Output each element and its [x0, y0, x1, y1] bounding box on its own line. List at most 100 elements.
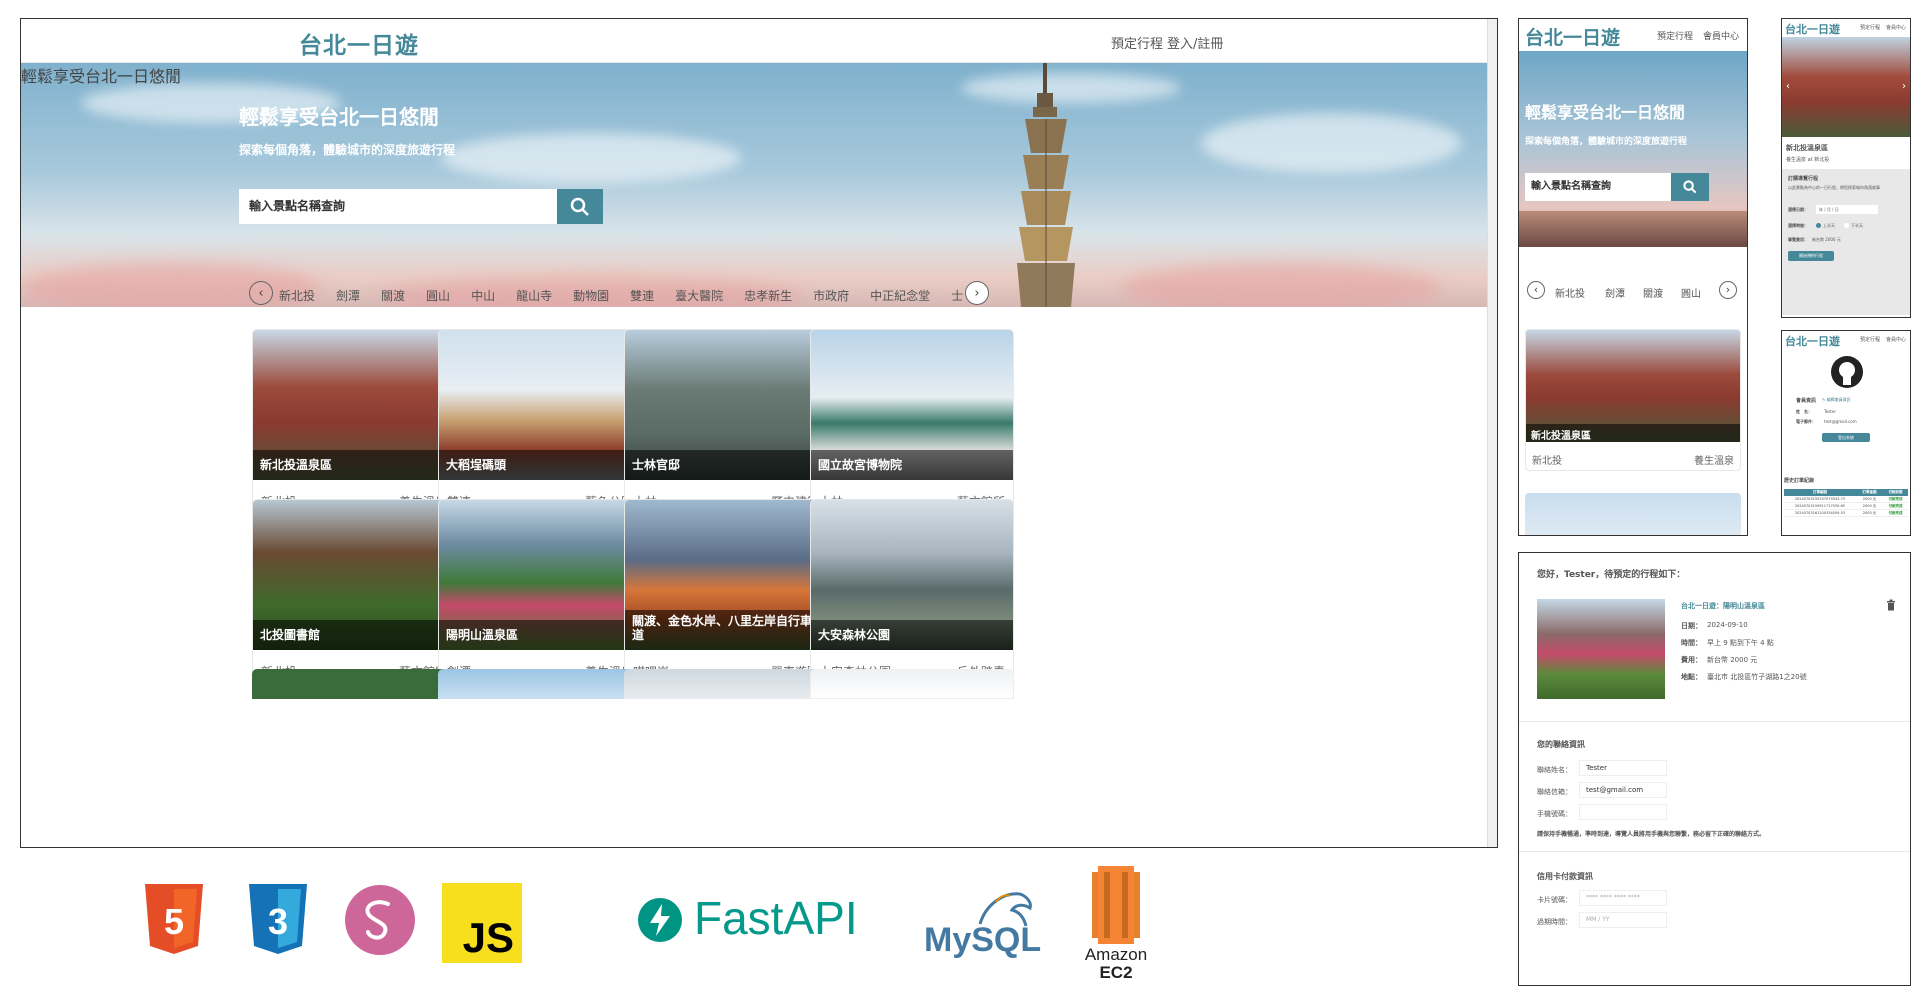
attraction-card-partial[interactable]: [624, 669, 828, 699]
order-table-row[interactable]: 20240703155911717930-65 2000 元 付款完成: [1784, 503, 1908, 510]
attraction-name: 士林官邸: [625, 450, 827, 480]
mrt-station-item[interactable]: 中正紀念堂: [870, 287, 930, 304]
nav-booking-link[interactable]: 預定行程: [1111, 33, 1163, 52]
card-title: 信用卡付款資訊: [1537, 872, 1593, 881]
mobile-home-brand[interactable]: 台北一日遊: [1525, 23, 1620, 50]
contact-email-input[interactable]: test@gmail.com: [1579, 782, 1667, 798]
mobile-card-name: 新北投溫泉區: [1526, 424, 1740, 442]
mobile-mrt-item[interactable]: 新北投: [1555, 285, 1585, 300]
mobile-attr-brand[interactable]: 台北一日遊: [1785, 21, 1840, 37]
mobile-home-nav-booking[interactable]: 預定行程: [1657, 29, 1693, 42]
time-am-label: 上半天: [1823, 223, 1835, 228]
attraction-card-partial[interactable]: [438, 669, 642, 699]
divider: [1519, 721, 1910, 722]
css3-number: 3: [268, 901, 288, 942]
mobile-attr-nav-booking[interactable]: 預定行程: [1860, 24, 1880, 31]
booking-trip-title: 台北一日遊：陽明山溫泉區: [1681, 602, 1765, 610]
mobile-member-brand[interactable]: 台北一日遊: [1785, 333, 1840, 349]
desktop-homepage-screenshot: 台北一日遊 預定行程 登入/註冊 輕鬆享受台北一日悠閒 輕鬆享受台北一日悠閒 探…: [20, 18, 1498, 848]
aws-amazon-label: Amazon: [1084, 945, 1148, 964]
site-logo[interactable]: 台北一日遊: [299, 26, 419, 60]
order-table-cell: 付款完成: [1888, 511, 1903, 515]
page-scrollbar[interactable]: [1487, 19, 1497, 847]
mobile-mrt-item[interactable]: 劍潭: [1605, 285, 1625, 300]
mobile-attr-nav-member[interactable]: 會員中心: [1886, 24, 1906, 31]
search-button[interactable]: [557, 189, 603, 224]
mrt-next-arrow-icon[interactable]: ›: [965, 281, 989, 305]
aws-ec2-icon: [1092, 866, 1140, 944]
order-table-cell: 付款完成: [1888, 497, 1903, 501]
mobile-mrt-prev-arrow-icon[interactable]: ‹: [1527, 281, 1545, 299]
attraction-card[interactable]: 士林官邸士林歷史建築: [624, 329, 828, 515]
contact-name-input[interactable]: Tester: [1579, 760, 1667, 776]
attraction-card[interactable]: 關渡、金色水岸、八里左岸自行車道唭哩岸單車遊蹤: [624, 499, 828, 685]
mrt-station-item[interactable]: 新北投: [279, 287, 315, 304]
divider: [1519, 851, 1910, 852]
date-input[interactable]: 年 / 月 / 日: [1816, 205, 1878, 214]
mrt-station-item[interactable]: 龍山寺: [516, 287, 552, 304]
mrt-station-item[interactable]: 雙連: [630, 287, 654, 304]
js-logo-text: JS: [462, 914, 514, 961]
attraction-card-partial[interactable]: [252, 669, 456, 699]
fee-value: 新台幣 2000 元: [1812, 237, 1841, 242]
mobile-attr-prev-icon[interactable]: ‹: [1786, 81, 1790, 92]
attraction-name: 大稻埕碼頭: [439, 450, 641, 480]
attraction-name: 新北投溫泉區: [253, 450, 455, 480]
nav-login-link[interactable]: 登入/註冊: [1167, 33, 1223, 52]
mobile-home-nav-member[interactable]: 會員中心: [1703, 29, 1739, 42]
contact-notice: 請保持手機暢通，準時到達，導覽人員將用手機與您聯繫，務必留下正確的聯絡方式。: [1537, 831, 1766, 838]
history-title: 歷史訂單紀錄: [1784, 478, 1815, 484]
css3-logo-icon: 3: [249, 884, 307, 954]
mobile-mrt-item[interactable]: 關渡: [1643, 285, 1663, 300]
mobile-card-mrt: 新北投: [1532, 456, 1562, 467]
delete-trash-icon[interactable]: [1886, 599, 1896, 611]
mrt-station-item[interactable]: 關渡: [381, 287, 405, 304]
order-table-row[interactable]: 20240703155747079343-73 2000 元 付款完成: [1784, 496, 1908, 503]
attraction-card-partial[interactable]: [810, 669, 1014, 699]
edit-member-link[interactable]: ✎ 編輯會員資訊: [1822, 397, 1851, 403]
attraction-card[interactable]: 國立故宮博物院士林藝文館所: [810, 329, 1014, 515]
contact-title: 您的聯絡資訊: [1537, 740, 1585, 749]
attraction-card[interactable]: 大稻埕碼頭雙連藍色公路: [438, 329, 642, 515]
mobile-hero: [1519, 51, 1747, 247]
mrt-station-item[interactable]: 忠孝新生: [744, 287, 792, 304]
mrt-station-item[interactable]: 中山: [471, 287, 495, 304]
mobile-member-nav-booking[interactable]: 預定行程: [1860, 336, 1880, 343]
mobile-attraction-card[interactable]: 新北投溫泉區 新北投 養生溫泉: [1525, 329, 1741, 471]
sass-logo-icon: [345, 885, 415, 955]
mrt-prev-arrow-icon[interactable]: ‹: [249, 281, 273, 305]
attraction-card[interactable]: 陽明山溫泉區劍潭養生溫泉: [438, 499, 642, 685]
attraction-card[interactable]: 大安森林公園大安森林公園戶外踏青: [810, 499, 1014, 685]
name-value: Tester: [1824, 409, 1836, 414]
order-table-cell: 20240703155911717930-65: [1794, 504, 1846, 508]
card-number-input[interactable]: **** **** **** ****: [1579, 890, 1667, 906]
expiry-input[interactable]: MM / YY: [1579, 912, 1667, 928]
hero-subtitle: 探索每個角落，體驗城市的深度旅遊行程: [239, 143, 456, 157]
attraction-card[interactable]: 北投圖書館新北投藝文館所: [252, 499, 456, 685]
hero-title: 輕鬆享受台北一日悠閒: [21, 67, 182, 86]
mrt-station-item[interactable]: 市政府: [813, 287, 849, 304]
order-table-row[interactable]: 20240703161100334009-53 2000 元 付款完成: [1784, 510, 1908, 517]
mrt-station-item[interactable]: 劍潭: [336, 287, 360, 304]
start-booking-button[interactable]: 開始預約行程: [1788, 251, 1834, 261]
mrt-station-item[interactable]: 臺大醫院: [675, 287, 723, 304]
time-am-radio[interactable]: [1816, 223, 1821, 228]
booking-time-label: 時間：: [1681, 639, 1702, 647]
time-pm-radio[interactable]: [1844, 223, 1849, 228]
phone-input[interactable]: [1579, 804, 1667, 820]
mobile-member-nav-member[interactable]: 會員中心: [1886, 336, 1906, 343]
mrt-station-item[interactable]: 圓山: [426, 287, 450, 304]
mobile-attraction-card-partial[interactable]: [1525, 493, 1741, 535]
search-input[interactable]: 輸入景點名稱查詢: [239, 189, 557, 224]
mobile-mrt-next-arrow-icon[interactable]: ›: [1719, 281, 1737, 299]
mobile-attr-next-icon[interactable]: ›: [1902, 81, 1906, 92]
mrt-station-item[interactable]: 動物園: [573, 287, 609, 304]
mrt-station-item[interactable]: 士林: [951, 287, 963, 304]
mobile-search-input[interactable]: 輸入景點名稱查詢: [1525, 173, 1671, 201]
mobile-search-button[interactable]: [1671, 173, 1709, 201]
attraction-card[interactable]: 新北投溫泉區新北投養生溫泉: [252, 329, 456, 515]
mobile-mrt-item[interactable]: 圓山: [1681, 285, 1701, 300]
logout-button[interactable]: 登出系統: [1822, 433, 1870, 442]
email-value: test@gmail.com: [1824, 419, 1857, 424]
booking-date-label: 日期：: [1681, 622, 1702, 630]
